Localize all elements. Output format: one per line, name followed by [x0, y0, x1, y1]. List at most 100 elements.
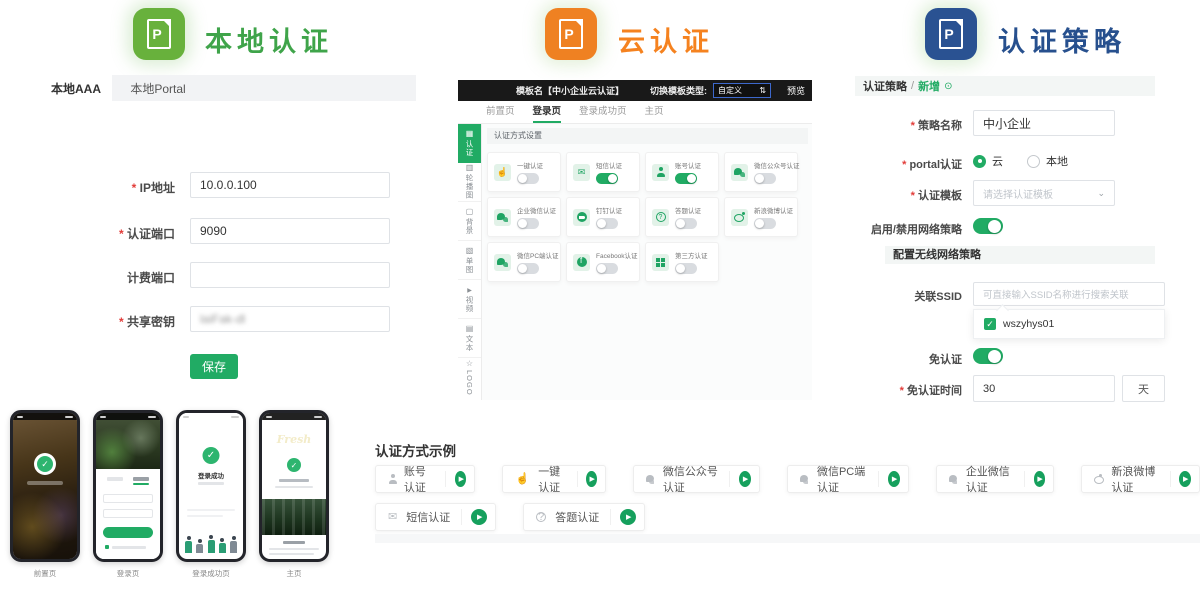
preview-button[interactable]: 预览 [787, 84, 805, 97]
accounting-port-input[interactable] [190, 262, 390, 288]
one-key-toggle[interactable] [517, 173, 539, 184]
breadcrumb-root[interactable]: 认证策略 [863, 78, 907, 94]
local-auth-doc-icon: P [133, 8, 185, 60]
play-icon[interactable]: ▶ [586, 471, 596, 487]
template-type-select[interactable]: 自定义 ⇅ [713, 83, 771, 98]
phone-home-page: Fresh ✓ 主页 [259, 410, 329, 579]
third-party-toggle[interactable] [675, 263, 697, 274]
auth-port-input[interactable]: 9090 [190, 218, 390, 244]
sidebar-item-carousel[interactable]: 轮播图 [458, 163, 481, 202]
template-topbar: 模板名【中小企业云认证】 切换模板类型: 自定义 ⇅ 预览 [458, 80, 812, 101]
tab-local-aaa[interactable]: 本地AAA [40, 75, 112, 101]
wechat-pc-toggle[interactable] [517, 263, 539, 274]
radio-local[interactable] [1027, 155, 1040, 168]
weibo-icon [734, 212, 745, 222]
wechat-pc-icon [800, 475, 808, 484]
tab-home-page[interactable]: 主页 [645, 101, 664, 123]
example-chip-sms[interactable]: 短信认证 ▶ [375, 503, 496, 531]
network-policy-toggle[interactable] [973, 218, 1003, 234]
example-chip-account[interactable]: 账号认证 ▶ [375, 465, 475, 493]
facebook-toggle[interactable] [596, 263, 618, 274]
question-icon [536, 512, 546, 522]
free-auth-time-input[interactable]: 30 [973, 375, 1115, 402]
portal-auth-radios: 云 本地 [973, 153, 1068, 169]
method-card-facebook: Facebook认证 [566, 242, 640, 282]
cloud-auth-doc-icon: P [545, 8, 597, 60]
portal-auth-label: portal认证 [812, 156, 962, 172]
auth-template-label: 认证模板 [812, 187, 962, 203]
template-editor-body: 认证 轮播图 背景 单图 视频 [458, 124, 812, 400]
check-icon: ✓ [203, 447, 220, 464]
examples-row-2: 短信认证 ▶ 答题认证 ▶ [375, 503, 645, 531]
phone-login-page: 登录页 [93, 410, 163, 579]
sms-toggle[interactable] [596, 173, 618, 184]
save-button[interactable]: 保存 [190, 354, 238, 379]
ssid-search-input[interactable]: 可直接输入SSID名称进行搜索关联 [973, 282, 1165, 306]
example-chip-wechat-official[interactable]: 微信公众号认证 ▶ [633, 465, 760, 493]
phone-screen-login-success: ✓ 登录成功 [176, 410, 246, 562]
document-p-icon: P [147, 19, 171, 49]
mail-icon [578, 168, 586, 177]
dingtalk-toggle[interactable] [596, 218, 618, 229]
breadcrumb-current: 新增 [918, 78, 940, 94]
example-chip-wechat-pc[interactable]: 微信PC端认证 ▶ [787, 465, 909, 493]
quiz-toggle[interactable] [675, 218, 697, 229]
phone-screen-login-page [93, 410, 163, 562]
phone-caption: 前置页 [10, 568, 80, 579]
method-card-weibo: 新浪微博认证 [724, 197, 798, 237]
switch-template-type-label: 切换模板类型: [650, 84, 707, 97]
account-toggle[interactable] [675, 173, 697, 184]
example-chip-quiz[interactable]: 答题认证 ▶ [523, 503, 645, 531]
method-card-wecom: 企业微信认证 [487, 197, 561, 237]
examples-title: 认证方式示例 [375, 440, 456, 460]
free-auth-time-unit: 天 [1122, 375, 1165, 402]
facebook-icon [577, 257, 587, 267]
ip-address-input[interactable]: 10.0.0.100 [190, 172, 390, 198]
tab-login-success-page[interactable]: 登录成功页 [579, 101, 627, 123]
example-chip-wecom[interactable]: 企业微信认证 ▶ [936, 465, 1055, 493]
play-icon[interactable]: ▶ [739, 471, 751, 487]
example-chip-one-key[interactable]: 一键认证 ▶ [502, 465, 605, 493]
question-icon [656, 212, 666, 222]
wechat-official-toggle[interactable] [754, 173, 776, 184]
example-chip-weibo[interactable]: 新浪微博认证 ▶ [1081, 465, 1200, 493]
wechat-icon [734, 168, 745, 177]
hand-icon [497, 168, 508, 177]
ssid-option[interactable]: wszyhys01 [1003, 318, 1054, 330]
tab-pre-page[interactable]: 前置页 [486, 101, 515, 123]
policy-name-input[interactable]: 中小企业 [973, 110, 1115, 136]
sidebar-item-video[interactable]: 视频 [458, 280, 481, 319]
weibo-toggle[interactable] [754, 218, 776, 229]
sidebar-item-auth[interactable]: 认证 [458, 124, 481, 163]
tab-login-page[interactable]: 登录页 [533, 101, 562, 123]
play-icon[interactable]: ▶ [888, 471, 900, 487]
user-icon [388, 474, 395, 484]
play-icon[interactable]: ▶ [471, 509, 487, 525]
checkbox-icon[interactable]: ✓ [984, 318, 996, 330]
radio-cloud[interactable] [973, 155, 986, 168]
auth-port-label: 认证端口 [45, 225, 175, 242]
tab-local-portal[interactable]: 本地Portal [112, 75, 204, 101]
shared-key-input[interactable]: laiFak-dl [190, 306, 390, 332]
method-card-sms: 短信认证 [566, 152, 640, 192]
play-icon[interactable]: ▶ [1179, 471, 1191, 487]
policy-title: 认证策略 [998, 20, 1126, 59]
policy-name-label: 策略名称 [812, 117, 962, 133]
play-icon[interactable]: ▶ [455, 471, 466, 487]
dingtalk-icon [577, 212, 587, 222]
background-band [375, 534, 1200, 543]
sidebar-item-single-image[interactable]: 单图 [458, 241, 481, 280]
play-icon[interactable]: ▶ [1034, 471, 1046, 487]
sidebar-item-background[interactable]: 背景 [458, 202, 481, 241]
auth-template-select[interactable]: 请选择认证模板 ⌄ [973, 180, 1115, 206]
play-icon[interactable]: ▶ [620, 509, 636, 525]
sidebar-item-logo[interactable]: LOGO [458, 358, 481, 397]
wecom-toggle[interactable] [517, 218, 539, 229]
auth-methods-panel: 认证方式设置 一键认证 短信认证 账号认证 [482, 124, 812, 400]
free-auth-toggle[interactable] [973, 348, 1003, 364]
hand-icon [515, 474, 529, 485]
method-card-wechat-official: 微信公众号认证 [724, 152, 798, 192]
template-page-tabs: 前置页 登录页 登录成功页 主页 [458, 101, 812, 124]
sidebar-item-text[interactable]: 文本 [458, 319, 481, 358]
weibo-icon [1094, 474, 1102, 484]
